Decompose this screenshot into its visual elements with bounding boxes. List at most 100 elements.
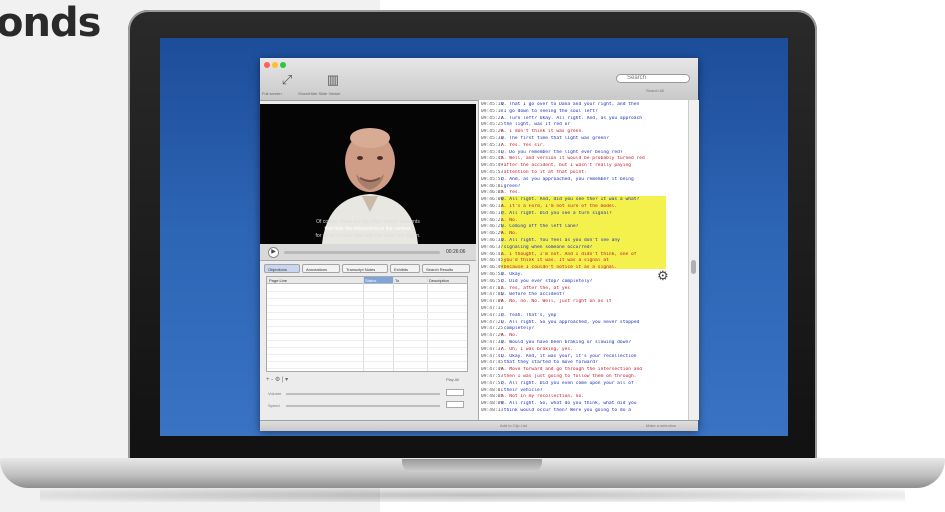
transcript-pane[interactable]: 09:45:14Q. That I go over to Dana and yo…	[478, 100, 689, 420]
table-toolbar[interactable]: + - ⚙ | ▾	[266, 376, 288, 383]
transcript-line[interactable]: 09:47:25 completely?	[479, 326, 689, 332]
play-button[interactable]: ▶	[268, 247, 279, 258]
video-player[interactable]: Of course, there are the other sensor el…	[260, 104, 476, 244]
zoom-window-button[interactable]	[280, 62, 286, 68]
transcript-timecode: 09:45:25	[481, 122, 504, 128]
transcript-line[interactable]: 09:48:09Q. All right. So, what do you th…	[479, 401, 689, 407]
playback-timecode: 00:26:06	[446, 249, 466, 255]
transcript-line[interactable]: 09:45:22A. Turn left? Okay. All right. A…	[479, 116, 689, 122]
laptop-screen: ⤢ Full screen ▥ Show/Hide Slide Viewer ⌕…	[160, 38, 788, 436]
column-header[interactable]: To	[393, 277, 427, 284]
transcript-scrollbar[interactable]	[688, 100, 699, 420]
transcript-line[interactable]: 09:48:05A. Not in my recollection, no.	[479, 394, 689, 400]
transcript-timecode: 09:46:05	[481, 190, 504, 196]
transcript-line[interactable]: 09:45:57Q. And, as you approached, you r…	[479, 177, 689, 183]
tab-search-results[interactable]: Search Results	[422, 264, 470, 273]
transcript-timecode: 09:46:41	[481, 251, 504, 257]
transcript-line[interactable]: 09:47:29A. No.	[479, 333, 689, 339]
transcript-line[interactable]: 09:47:57Q. All right. Did you even come …	[479, 381, 689, 387]
column-header[interactable]: Status	[363, 277, 393, 284]
transcript-question-text: Q. That I go over to Dana and your right…	[501, 102, 640, 107]
scrollbar-thumb[interactable]	[691, 260, 696, 274]
transcript-answer-text: A. No.	[501, 217, 518, 223]
annotation-tabs: Objections Annotations Transcript Notes …	[264, 264, 472, 274]
tab-exhibits[interactable]: Exhibits	[390, 264, 420, 273]
transcript-timecode: 09:47:01	[481, 285, 504, 291]
transcript-line[interactable]: 09:45:37A. Yes. Yes sir.	[479, 143, 689, 149]
transcript-line[interactable]: 09:46:37 signaling when someone occurred…	[479, 245, 689, 251]
transcript-line[interactable]: 09:47:53 then I was just going to follow…	[479, 374, 689, 380]
transcript-line[interactable]: 09:46:45 you'd think it was. It was a si…	[479, 258, 689, 264]
volume-value-field[interactable]	[446, 389, 464, 396]
transcript-line[interactable]: 09:47:49A. Move forward and go through t…	[479, 367, 689, 373]
filmstrip-icon[interactable]: ▥	[322, 72, 344, 88]
transcript-line[interactable]: 09:46:33Q. All right. You feel as you do…	[479, 238, 689, 244]
transcript-line[interactable]: 09:47:01A. Yes, after the, at yes	[479, 286, 689, 292]
transcript-line[interactable]: 09:46:13A. It's a Ford, I'm not sure of …	[479, 204, 689, 210]
transcript-timecode: 09:46:45	[481, 258, 504, 264]
transcript-answer-text: attention to it at that point.	[501, 170, 587, 175]
expand-arrows-icon[interactable]: ⤢	[276, 72, 298, 88]
minimize-window-button[interactable]	[272, 62, 278, 68]
busy-cursor-icon: ⚙	[657, 268, 669, 283]
transcript-line[interactable]: 09:45:33Q. The first time that light was…	[479, 136, 689, 142]
tab-objections[interactable]: Objections	[264, 264, 300, 273]
transcript-line[interactable]: 09:45:18 I go down to seeing the soul le…	[479, 109, 689, 115]
playback-scrubber[interactable]	[284, 251, 440, 254]
transcript-answer-text: A. I don't think it was green.	[501, 129, 584, 135]
transcript-line[interactable]: 09:47:09A. No, no. No. Well, just right …	[479, 299, 689, 305]
transcript-line[interactable]: 09:45:49 after the accident, but I wasn'…	[479, 163, 689, 169]
transcript-line[interactable]: 09:46:01 green?	[479, 184, 689, 190]
transcript-line[interactable]: 09:45:41Q. Do you remember the light eve…	[479, 150, 689, 156]
transcript-line[interactable]: 09:45:25 the light, was it red or	[479, 122, 689, 128]
play-all-button[interactable]: Play All	[446, 377, 459, 382]
transcript-timecode: 09:48:01	[481, 387, 504, 393]
column-header[interactable]: Page:Line	[267, 277, 363, 284]
transcript-timecode: 09:45:18	[481, 108, 504, 114]
transcript-line[interactable]: 09:45:53 attention to it at that point.	[479, 170, 689, 176]
transcript-question-text: completely?	[501, 326, 535, 332]
transcript-line[interactable]: 09:47:33Q. Would you have been braking o…	[479, 340, 689, 346]
transcript-line[interactable]: 09:45:14Q. That I go over to Dana and yo…	[479, 102, 689, 108]
transcript-timecode: 09:46:13	[481, 204, 504, 209]
transcript-timecode: 09:46:53	[481, 272, 504, 277]
transcript-line[interactable]: 09:46:17Q. All right. Did you see a turn…	[479, 211, 689, 217]
transcript-answer-text: A. Yes, after the, at yes	[501, 285, 571, 291]
tab-annotations[interactable]: Annotations	[302, 264, 340, 273]
transcript-timecode: 09:47:21	[481, 319, 504, 325]
transcript-line[interactable]: 09:46:21A. No.	[479, 218, 689, 224]
transcript-line[interactable]: 09:48:13 think would occur then? Were yo…	[479, 408, 689, 414]
status-bar: Add to Clip List Make a selection	[260, 420, 698, 431]
transcript-line[interactable]: 09:47:05Q. Before the accident?	[479, 292, 689, 298]
transcript-line[interactable]: 09:47:21Q. All right. So you approached,…	[479, 320, 689, 326]
search-input[interactable]	[616, 74, 690, 83]
transcript-line[interactable]: 09:46:25Q. Coming off the left lane?	[479, 224, 689, 230]
transcript-line[interactable]: 09:47:13	[479, 306, 689, 312]
transcript-line[interactable]: 09:46:29A. No.	[479, 231, 689, 237]
transcript-line[interactable]: 09:45:29A. I don't think it was green.	[479, 129, 689, 135]
transcript-line[interactable]: 09:47:41Q. Okay. And, it was your, it's …	[479, 354, 689, 360]
tab-transcript-notes[interactable]: Transcript Notes	[342, 264, 388, 273]
playback-controls: ▶ 00:26:06	[260, 244, 476, 261]
close-window-button[interactable]	[264, 62, 270, 68]
transcript-line[interactable]: 09:47:17Q. Yeah. That's, yep	[479, 313, 689, 319]
column-header[interactable]: Description	[427, 277, 467, 284]
transcript-line[interactable]: 09:46:41A. I thought, I'm not. And I did…	[479, 252, 689, 258]
transcript-question-text: Q. Would you have been braking or slowin…	[501, 340, 631, 345]
add-to-clip-list-button[interactable]: Add to Clip List	[500, 423, 527, 428]
transcript-timecode: 09:46:21	[481, 217, 504, 223]
search-scope-label[interactable]: Search All	[646, 88, 664, 93]
table-row[interactable]	[267, 361, 467, 369]
transcript-line[interactable]: 09:46:05A. Yes.	[479, 190, 689, 196]
transcript-line[interactable]: 09:46:09Q. All right. And, did you see t…	[479, 197, 689, 203]
volume-slider[interactable]	[286, 393, 440, 395]
speed-value-field[interactable]	[446, 401, 464, 408]
video-subtitle-line: Of course, there are the other sensor el…	[316, 219, 420, 225]
transcript-line[interactable]: 09:48:01 their vehicle?	[479, 388, 689, 394]
transcript-line[interactable]: 09:45:45A. Well, and version it would be…	[479, 156, 689, 162]
speed-slider[interactable]	[286, 405, 440, 407]
transcript-timecode: 09:45:22	[481, 115, 504, 121]
transcript-line[interactable]: 09:47:37A. Oh, I was braking, yes.	[479, 347, 689, 353]
transcript-line[interactable]: 09:47:45 that they started to move forwa…	[479, 360, 689, 366]
transcript-timecode: 09:47:37	[481, 346, 504, 352]
